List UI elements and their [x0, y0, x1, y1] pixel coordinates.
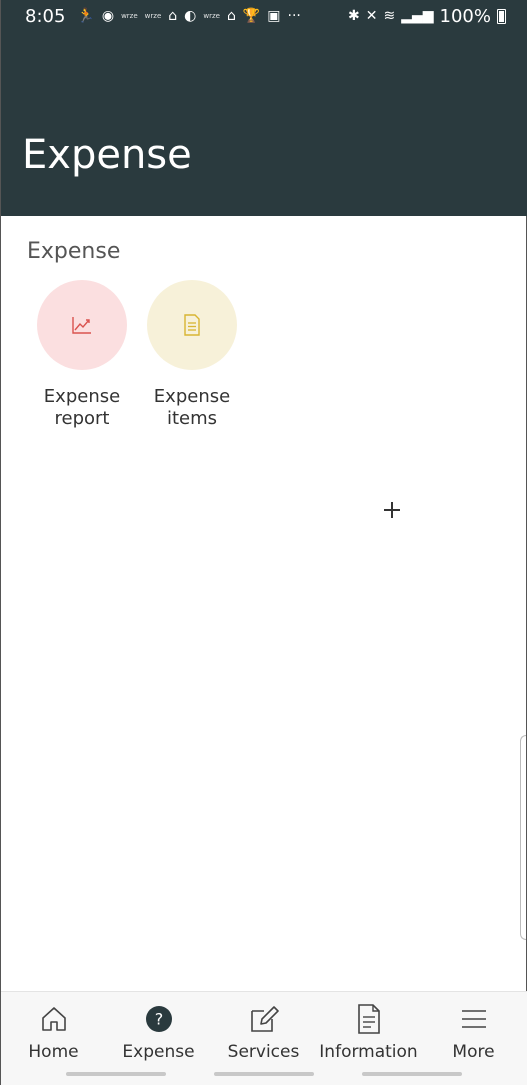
- status-notification-icons: 🏃 ◉ wrze wrze ⌂ ◐ wrze ⌂ 🏆 ▣ ···: [77, 8, 348, 24]
- section-title: Expense: [27, 239, 121, 264]
- news-icon: wrze: [144, 12, 162, 20]
- news-icon: wrze: [203, 12, 220, 20]
- expense-report-label[interactable]: Expense report: [44, 386, 120, 430]
- tab-label: Services: [227, 1042, 300, 1062]
- nav-gesture-line: [362, 1072, 462, 1076]
- home-notification-icon: ⌂: [226, 8, 236, 24]
- battery-percent: 100%: [439, 5, 491, 27]
- tab-expense[interactable]: ? Expense: [106, 1004, 211, 1062]
- nav-gesture-line: [214, 1072, 314, 1076]
- status-time: 8:05: [25, 5, 66, 27]
- tile-label-line: report: [54, 408, 110, 429]
- tile-label-line: Expense: [153, 386, 231, 407]
- tab-label: More: [452, 1042, 495, 1062]
- tab-label: Expense: [122, 1042, 195, 1062]
- tab-services[interactable]: Services: [211, 1004, 316, 1062]
- bottom-tab-bar: Home ? Expense Services Information More: [1, 991, 527, 1085]
- tab-information[interactable]: Information: [316, 1004, 421, 1062]
- document-icon: [357, 1004, 381, 1034]
- expense-report-circle[interactable]: [37, 280, 127, 370]
- document-icon: [184, 314, 200, 336]
- crosshair-cursor-icon: [384, 502, 400, 518]
- mute-icon: ✕: [365, 8, 378, 24]
- map-icon: ▣: [267, 8, 281, 24]
- home-icon: [40, 1004, 68, 1034]
- tab-home[interactable]: Home: [1, 1004, 106, 1062]
- question-circle-icon: ?: [145, 1004, 173, 1034]
- nav-gesture-line: [66, 1072, 166, 1076]
- news-icon: wrze: [121, 12, 138, 20]
- home-notification-icon: ⌂: [168, 8, 178, 24]
- expense-report-tile[interactable]: Expense report: [27, 280, 137, 430]
- page-header: Expense: [1, 32, 527, 216]
- tile-label-line: Expense: [43, 386, 121, 407]
- svg-text:?: ?: [154, 1010, 163, 1029]
- expense-items-circle[interactable]: [147, 280, 237, 370]
- tab-more[interactable]: More: [421, 1004, 526, 1062]
- app-frame: 8:05 🏃 ◉ wrze wrze ⌂ ◐ wrze ⌂ 🏆 ▣ ··· ✱ …: [0, 0, 527, 1085]
- expense-items-tile[interactable]: Expense items: [137, 280, 247, 430]
- status-system-icons: ✱ ✕ ≋ ▂▄▆ 100%: [348, 6, 506, 27]
- more-notifications-icon: ···: [287, 8, 301, 24]
- wifi-icon: ≋: [383, 8, 396, 24]
- messenger-icon: ◉: [101, 8, 115, 24]
- signal-icon: ▂▄▆: [401, 8, 434, 24]
- trophy-icon: 🏆: [242, 8, 261, 24]
- battery-icon: [497, 8, 506, 24]
- edit-icon: [249, 1004, 279, 1034]
- tile-label-line: items: [166, 408, 218, 429]
- chart-line-icon: [72, 317, 91, 334]
- tab-label: Information: [319, 1042, 418, 1062]
- status-bar: 8:05 🏃 ◉ wrze wrze ⌂ ◐ wrze ⌂ 🏆 ▣ ··· ✱ …: [1, 0, 527, 32]
- bluetooth-icon: ✱: [348, 8, 360, 24]
- scroll-handle[interactable]: [520, 735, 526, 940]
- runner-icon: 🏃: [77, 8, 95, 24]
- sync-icon: ◐: [184, 8, 197, 24]
- page-title: Expense: [22, 132, 192, 178]
- tab-label: Home: [28, 1042, 79, 1062]
- expense-items-label[interactable]: Expense items: [154, 386, 230, 430]
- menu-icon: [460, 1004, 488, 1034]
